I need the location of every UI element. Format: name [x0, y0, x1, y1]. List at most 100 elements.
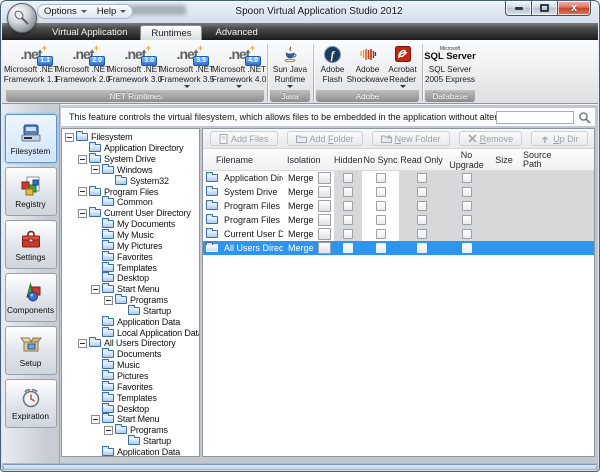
- collapse-expander-icon[interactable]: [65, 133, 74, 142]
- column-header-no-upgrade[interactable]: No Upgrade: [444, 150, 489, 170]
- isolation-dropdown-button[interactable]: [318, 214, 331, 226]
- tree-item[interactable]: My Music: [62, 230, 199, 241]
- isolation-dropdown-button[interactable]: [318, 228, 331, 240]
- up-dir-button[interactable]: Up Dir: [531, 131, 588, 146]
- table-row[interactable]: Program Files Merge: [203, 199, 594, 213]
- tree-item[interactable]: Startup: [62, 306, 199, 317]
- net-framework-40-button[interactable]: net+4.0 Microsoft .NETFramework 4.0: [213, 42, 265, 90]
- add-files-button[interactable]: Add Files: [210, 131, 278, 146]
- adobe-flash-button[interactable]: f AdobeFlash: [315, 42, 350, 90]
- tree-item[interactable]: Current User Directory: [62, 208, 199, 219]
- tree-item[interactable]: System32: [62, 175, 199, 186]
- collapse-expander-icon[interactable]: [78, 187, 87, 196]
- add-folder-button[interactable]: Add Folder: [287, 131, 363, 146]
- read-only-checkbox[interactable]: [417, 187, 427, 197]
- sidebar-item-components[interactable]: Components: [5, 273, 57, 322]
- remove-button[interactable]: Remove: [459, 131, 523, 146]
- no-upgrade-checkbox[interactable]: [462, 173, 472, 183]
- search-icon[interactable]: [578, 111, 591, 124]
- collapse-expander-icon[interactable]: [91, 415, 100, 424]
- isolation-dropdown-button[interactable]: [318, 172, 331, 184]
- tree-item[interactable]: Documents: [62, 349, 199, 360]
- read-only-checkbox[interactable]: [417, 215, 427, 225]
- hidden-checkbox[interactable]: [343, 215, 353, 225]
- tree-item[interactable]: System Drive: [62, 154, 199, 165]
- isolation-dropdown-button[interactable]: [318, 200, 331, 212]
- hidden-checkbox[interactable]: [343, 173, 353, 183]
- minimize-button[interactable]: [505, 1, 531, 16]
- column-header-filename[interactable]: Filename: [203, 155, 283, 165]
- net-framework-20-button[interactable]: net+2.0 Microsoft .NETFramework 2.0: [57, 42, 109, 90]
- tree-item[interactable]: Local Application Data: [62, 327, 199, 338]
- adobe-shockwave-button[interactable]: AdobeShockwave: [350, 42, 385, 90]
- tree-item[interactable]: All Users Directory: [62, 338, 199, 349]
- table-row-selected[interactable]: All Users Directory Merge: [203, 241, 594, 255]
- table-row[interactable]: Program Files (x86) Merge: [203, 213, 594, 227]
- tree-item[interactable]: Templates: [62, 392, 199, 403]
- read-only-checkbox[interactable]: [417, 173, 427, 183]
- tree-item[interactable]: Favorites: [62, 251, 199, 262]
- tree-item[interactable]: Common: [62, 197, 199, 208]
- no-sync-checkbox[interactable]: [376, 173, 386, 183]
- no-upgrade-checkbox[interactable]: [462, 229, 472, 239]
- search-input[interactable]: [496, 111, 574, 124]
- no-sync-checkbox[interactable]: [376, 243, 386, 253]
- no-sync-checkbox[interactable]: [376, 201, 386, 211]
- close-button[interactable]: x: [557, 1, 591, 16]
- tree-item[interactable]: Start Menu: [62, 284, 199, 295]
- no-sync-checkbox[interactable]: [376, 229, 386, 239]
- collapse-expander-icon[interactable]: [104, 296, 113, 305]
- sun-java-runtime-button[interactable]: Sun JavaRuntime: [269, 42, 311, 90]
- sidebar-item-settings[interactable]: Settings: [5, 220, 57, 269]
- sidebar-item-setup[interactable]: Setup: [5, 326, 57, 375]
- help-menu[interactable]: Help: [97, 6, 127, 17]
- read-only-checkbox[interactable]: [417, 243, 427, 253]
- read-only-checkbox[interactable]: [417, 201, 427, 211]
- tree-item[interactable]: Application Data: [62, 446, 199, 457]
- tree-item[interactable]: Programs: [62, 295, 199, 306]
- hidden-checkbox[interactable]: [343, 229, 353, 239]
- collapse-expander-icon[interactable]: [91, 285, 100, 294]
- maximize-button[interactable]: [531, 1, 557, 16]
- column-header-hidden[interactable]: Hidden: [334, 155, 362, 165]
- tree-item[interactable]: Startup: [62, 436, 199, 447]
- tab-runtimes[interactable]: Runtimes: [140, 25, 202, 40]
- column-header-read-only[interactable]: Read Only: [399, 155, 444, 165]
- tree-item[interactable]: My Pictures: [62, 240, 199, 251]
- tree-item[interactable]: Templates: [62, 262, 199, 273]
- tree-item[interactable]: Filesystem: [62, 132, 199, 143]
- no-sync-checkbox[interactable]: [376, 215, 386, 225]
- sidebar-item-filesystem[interactable]: Filesystem: [5, 114, 57, 163]
- tree-item[interactable]: Pictures: [62, 371, 199, 382]
- no-sync-checkbox[interactable]: [376, 187, 386, 197]
- app-logo-icon[interactable]: [7, 3, 37, 33]
- tree-item[interactable]: Favorites: [62, 381, 199, 392]
- hidden-checkbox[interactable]: [343, 187, 353, 197]
- net-framework-30-button[interactable]: net+3.0 Microsoft .NETFramework 3.0: [109, 42, 161, 90]
- net-framework-35-button[interactable]: net+3.5 Microsoft .NETFramework 3.5: [161, 42, 213, 90]
- options-menu[interactable]: Options: [44, 6, 87, 17]
- table-row[interactable]: Current User Directory Merge: [203, 227, 594, 241]
- column-header-size[interactable]: Size: [489, 155, 519, 165]
- tree-item[interactable]: Music: [62, 360, 199, 371]
- no-upgrade-checkbox[interactable]: [462, 187, 472, 197]
- column-header-no-sync[interactable]: No Sync: [362, 155, 399, 165]
- tree-item[interactable]: Desktop: [62, 403, 199, 414]
- tree-item[interactable]: Program Files: [62, 186, 199, 197]
- table-row[interactable]: Application Directory Merge: [203, 171, 594, 185]
- collapse-expander-icon[interactable]: [104, 426, 113, 435]
- sidebar-item-expiration[interactable]: Expiration: [5, 379, 57, 428]
- no-upgrade-checkbox[interactable]: [462, 201, 472, 211]
- collapse-expander-icon[interactable]: [78, 209, 87, 218]
- tree-item[interactable]: Application Directory: [62, 143, 199, 154]
- no-upgrade-checkbox[interactable]: [462, 243, 472, 253]
- hidden-checkbox[interactable]: [343, 201, 353, 211]
- table-row[interactable]: System Drive Merge: [203, 185, 594, 199]
- tree-item[interactable]: Windows: [62, 165, 199, 176]
- column-header-isolation[interactable]: Isolation: [283, 155, 334, 165]
- collapse-expander-icon[interactable]: [78, 339, 87, 348]
- tree-item[interactable]: Programs: [62, 425, 199, 436]
- column-header-source-path[interactable]: Source Path: [519, 151, 594, 169]
- no-upgrade-checkbox[interactable]: [462, 215, 472, 225]
- net-framework-11-button[interactable]: net+1.1 Microsoft .NETFramework 1.1: [5, 42, 57, 90]
